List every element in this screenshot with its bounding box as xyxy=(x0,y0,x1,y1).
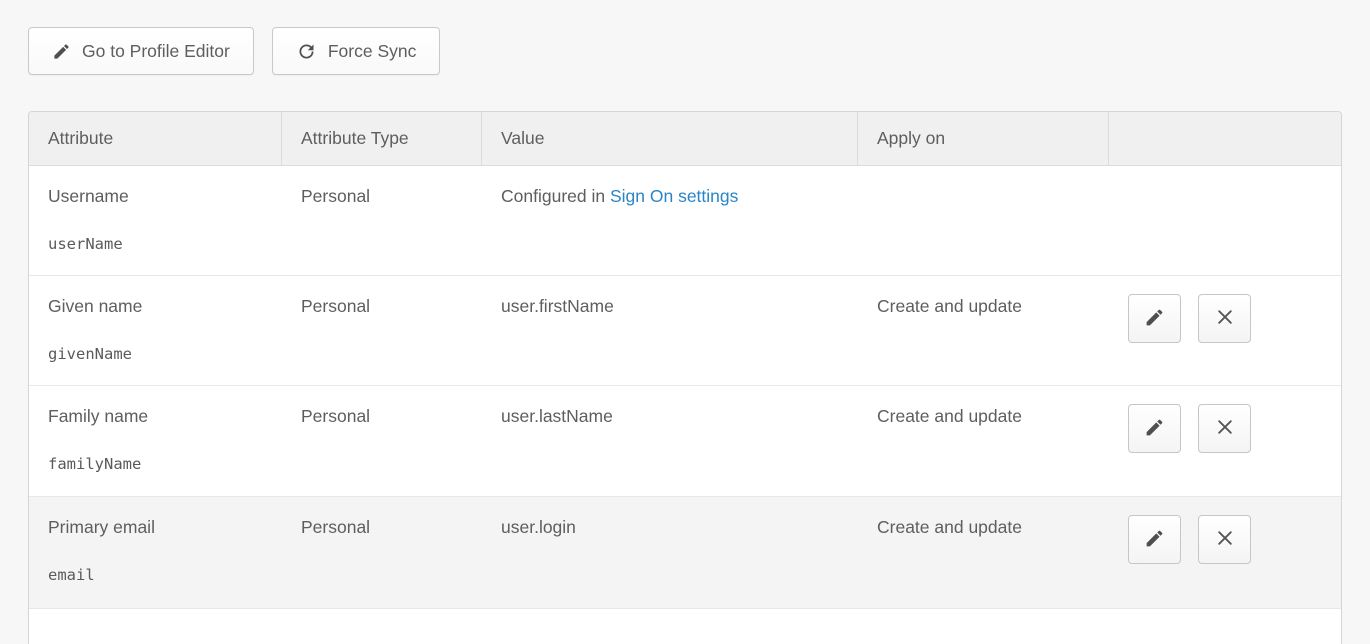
value-cell: user.login xyxy=(482,497,858,608)
force-sync-label: Force Sync xyxy=(328,41,417,62)
delete-attribute-button[interactable] xyxy=(1198,515,1251,564)
actions-cell xyxy=(1109,386,1341,496)
column-header-attribute: Attribute xyxy=(29,112,282,165)
table-row: Primary email email Personal user.login … xyxy=(29,497,1341,609)
value-cell: user.lastName xyxy=(482,386,858,496)
attribute-variable: email xyxy=(48,566,272,584)
actions-cell xyxy=(1109,276,1341,385)
apply-on-cell xyxy=(858,166,1109,275)
delete-attribute-button[interactable] xyxy=(1198,404,1251,453)
close-icon xyxy=(1215,307,1235,330)
apply-on-cell: Create and update xyxy=(858,497,1109,608)
sync-icon xyxy=(296,41,317,62)
pencil-icon xyxy=(52,42,71,61)
attribute-variable: familyName xyxy=(48,455,272,473)
column-header-value: Value xyxy=(482,112,858,165)
go-to-profile-editor-label: Go to Profile Editor xyxy=(82,41,230,62)
attribute-label: Primary email xyxy=(48,517,272,538)
table-header: Attribute Attribute Type Value Apply on xyxy=(29,112,1341,166)
actions-cell xyxy=(1109,497,1341,608)
toolbar: Go to Profile Editor Force Sync xyxy=(28,27,440,75)
apply-on-cell: Create and update xyxy=(858,386,1109,496)
edit-attribute-button[interactable] xyxy=(1128,404,1181,453)
value-cell: user.firstName xyxy=(482,276,858,385)
edit-attribute-button[interactable] xyxy=(1128,515,1181,564)
go-to-profile-editor-button[interactable]: Go to Profile Editor xyxy=(28,27,254,75)
attribute-type-cell: Personal xyxy=(282,276,482,385)
close-icon xyxy=(1215,528,1235,551)
close-icon xyxy=(1215,417,1235,440)
attribute-cell: Primary email email xyxy=(29,497,282,608)
attribute-cell: Family name familyName xyxy=(29,386,282,496)
pencil-icon xyxy=(1144,307,1165,331)
attribute-variable: userName xyxy=(48,235,272,253)
pencil-icon xyxy=(1144,528,1165,552)
attribute-variable: givenName xyxy=(48,345,272,363)
value-text: Configured in xyxy=(501,186,610,206)
actions-cell xyxy=(1109,166,1341,275)
table-row: Family name familyName Personal user.las… xyxy=(29,386,1341,497)
column-header-apply-on: Apply on xyxy=(858,112,1109,165)
value-cell: Configured in Sign On settings xyxy=(482,166,858,275)
attribute-mapping-table: Attribute Attribute Type Value Apply on … xyxy=(28,111,1342,644)
column-header-attribute-type: Attribute Type xyxy=(282,112,482,165)
attribute-label: Given name xyxy=(48,296,272,317)
sign-on-settings-link[interactable]: Sign On settings xyxy=(610,186,738,206)
attribute-type-cell: Personal xyxy=(282,166,482,275)
force-sync-button[interactable]: Force Sync xyxy=(272,27,441,75)
edit-attribute-button[interactable] xyxy=(1128,294,1181,343)
attribute-cell: Username userName xyxy=(29,166,282,275)
table-row: Username userName Personal Configured in… xyxy=(29,166,1341,276)
delete-attribute-button[interactable] xyxy=(1198,294,1251,343)
table-row xyxy=(29,609,1341,644)
attribute-label: Username xyxy=(48,186,272,207)
apply-on-cell: Create and update xyxy=(858,276,1109,385)
table-row: Given name givenName Personal user.first… xyxy=(29,276,1341,386)
attribute-type-cell: Personal xyxy=(282,386,482,496)
attribute-cell: Given name givenName xyxy=(29,276,282,385)
attribute-label: Family name xyxy=(48,406,272,427)
column-header-actions xyxy=(1109,112,1341,165)
attribute-type-cell: Personal xyxy=(282,497,482,608)
pencil-icon xyxy=(1144,417,1165,441)
